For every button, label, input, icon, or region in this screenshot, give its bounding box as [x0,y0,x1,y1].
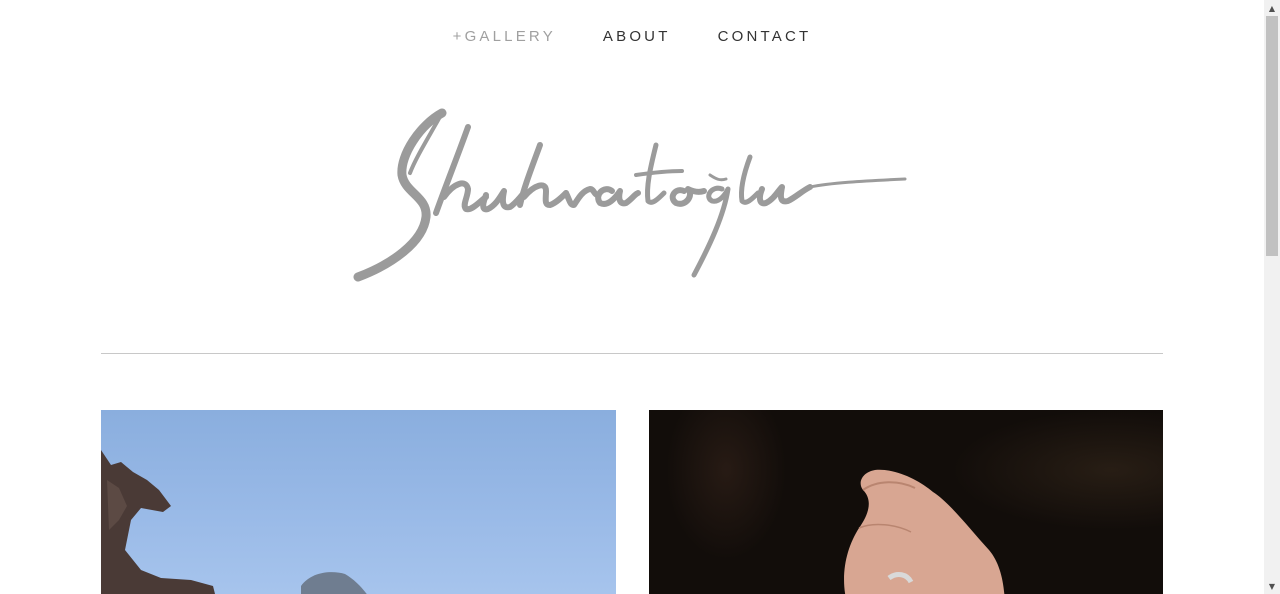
nav-gallery-link[interactable]: +GALLERY [453,28,556,46]
brand-logo[interactable] [350,105,915,290]
gallery-item-2[interactable] [649,410,1163,594]
vertical-scrollbar[interactable]: ▲ ▼ [1264,0,1280,594]
page: +GALLERY ABOUT CONTACT ▲ ▼ [0,0,1280,594]
scroll-up-icon[interactable]: ▲ [1264,0,1280,16]
scroll-down-icon[interactable]: ▼ [1264,578,1280,594]
rock-sculpture-shape [101,450,367,594]
nav-about-link[interactable]: ABOUT [603,28,671,46]
scrollbar-thumb[interactable] [1266,16,1278,256]
header-divider [101,353,1163,354]
nav-contact-link[interactable]: CONTACT [718,28,812,46]
main-nav: +GALLERY ABOUT CONTACT [0,28,1264,46]
hand-with-ring-shape [844,469,1005,594]
gallery-item-1[interactable] [101,410,616,594]
